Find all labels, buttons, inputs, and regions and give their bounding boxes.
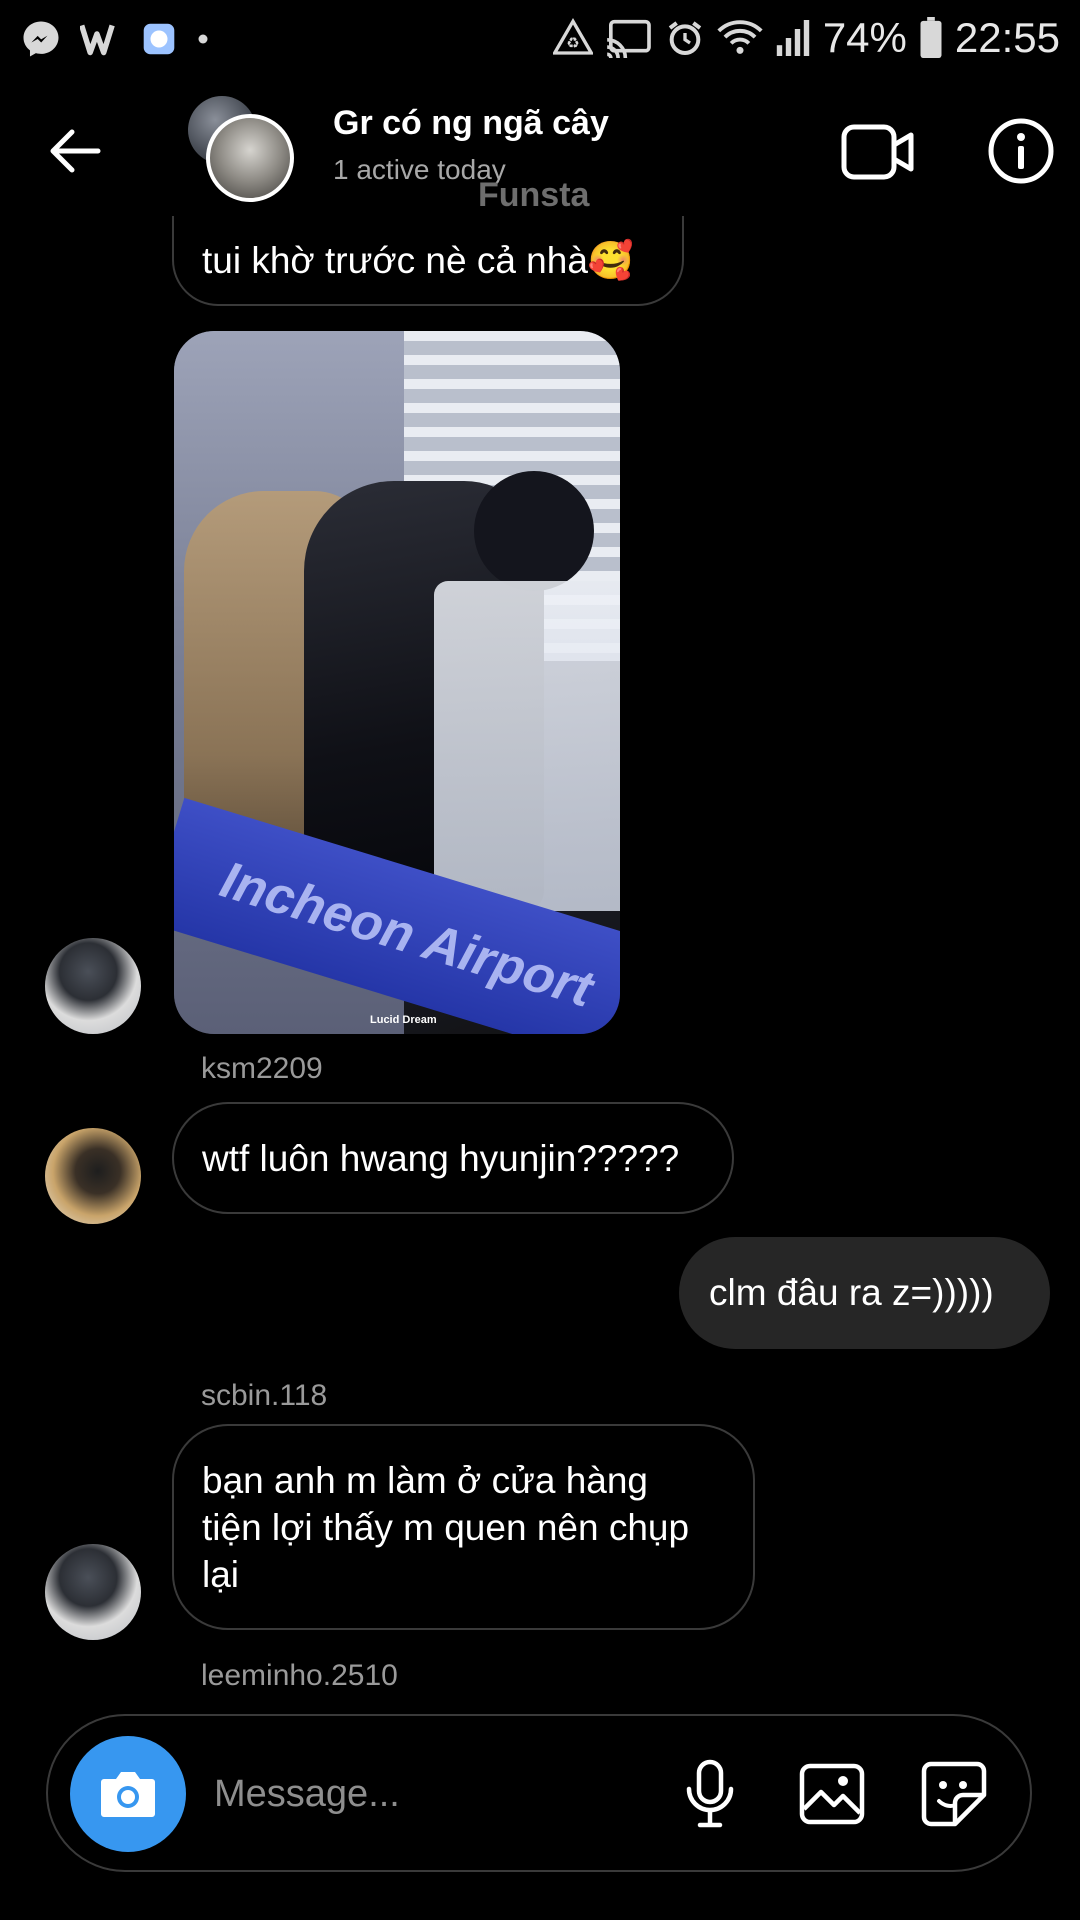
sender-username[interactable]: leeminho.2510 — [201, 1659, 398, 1693]
message-composer — [46, 1714, 1032, 1872]
photo-watermark: Lucid Dream — [370, 1014, 437, 1026]
message-bubble[interactable]: bạn anh m làm ở cửa hàng tiện lợi thấy m… — [172, 1424, 755, 1630]
message-text: tui khờ trước nè cả nhà🥰 — [202, 239, 634, 281]
chat-header: Gr có ng ngã cây 1 active today Funsta — [0, 76, 1080, 226]
clock: 22:55 — [954, 14, 1060, 61]
status-system-icons: ♻ 74% 22:55 — [552, 10, 1060, 66]
camera-icon — [101, 1772, 155, 1817]
recycle-warning-icon: ♻ — [552, 18, 593, 58]
w-app-icon — [80, 19, 124, 59]
gallery-button[interactable] — [790, 1752, 874, 1836]
cast-icon — [605, 18, 653, 58]
wifi-icon — [717, 18, 763, 58]
svg-text:♻: ♻ — [566, 34, 579, 52]
sender-username[interactable]: scbin.118 — [201, 1379, 327, 1413]
battery-percent: 74% — [822, 14, 907, 61]
message-input[interactable] — [214, 1756, 694, 1832]
avatar[interactable] — [45, 938, 141, 1034]
app-square-icon — [142, 22, 176, 56]
group-avatar-front — [206, 114, 294, 202]
back-button[interactable] — [40, 116, 110, 186]
message-line: bạn anh m làm ở cửa hàng — [202, 1459, 649, 1501]
sticker-button[interactable] — [912, 1752, 996, 1836]
sender-username[interactable]: ksm2209 — [201, 1052, 323, 1086]
info-button[interactable] — [976, 106, 1066, 196]
battery-icon — [919, 17, 943, 59]
avatar[interactable] — [45, 1544, 141, 1640]
message-photo[interactable]: Incheon Airport Lucid Dream — [174, 331, 620, 1034]
messenger-icon — [20, 18, 62, 60]
message-line: tiện lợi thấy m quen nên chụp — [202, 1506, 690, 1548]
camera-button[interactable] — [70, 1736, 186, 1852]
message-line: lại — [202, 1553, 240, 1595]
message-bubble[interactable]: wtf luôn hwang hyunjin????? — [172, 1102, 734, 1214]
video-call-button[interactable] — [838, 112, 918, 192]
outgoing-message-bubble[interactable]: clm đâu ra z=))))) — [679, 1237, 1050, 1349]
microphone-icon — [686, 1759, 734, 1828]
microphone-button[interactable] — [668, 1752, 752, 1836]
video-camera-icon — [841, 124, 914, 180]
info-icon — [988, 118, 1054, 184]
message-bubble[interactable]: tui khờ trước nè cả nhà🥰 — [172, 216, 684, 306]
gallery-icon — [799, 1763, 865, 1825]
group-avatar[interactable] — [188, 96, 298, 206]
overlay-label: Funsta — [478, 176, 590, 214]
chat-title[interactable]: Gr có ng ngã cây — [333, 104, 609, 143]
dot-icon — [194, 30, 212, 48]
message-text: wtf luôn hwang hyunjin????? — [202, 1137, 680, 1179]
sticker-icon — [921, 1761, 987, 1827]
status-notification-icons — [20, 14, 212, 64]
alarm-icon — [665, 18, 705, 58]
message-text: clm đâu ra z=))))) — [709, 1272, 994, 1313]
arrow-left-icon — [50, 129, 101, 173]
avatar[interactable] — [45, 1128, 141, 1224]
signal-icon — [775, 18, 811, 58]
status-bar: ♻ 74% 22:55 — [0, 0, 1080, 76]
